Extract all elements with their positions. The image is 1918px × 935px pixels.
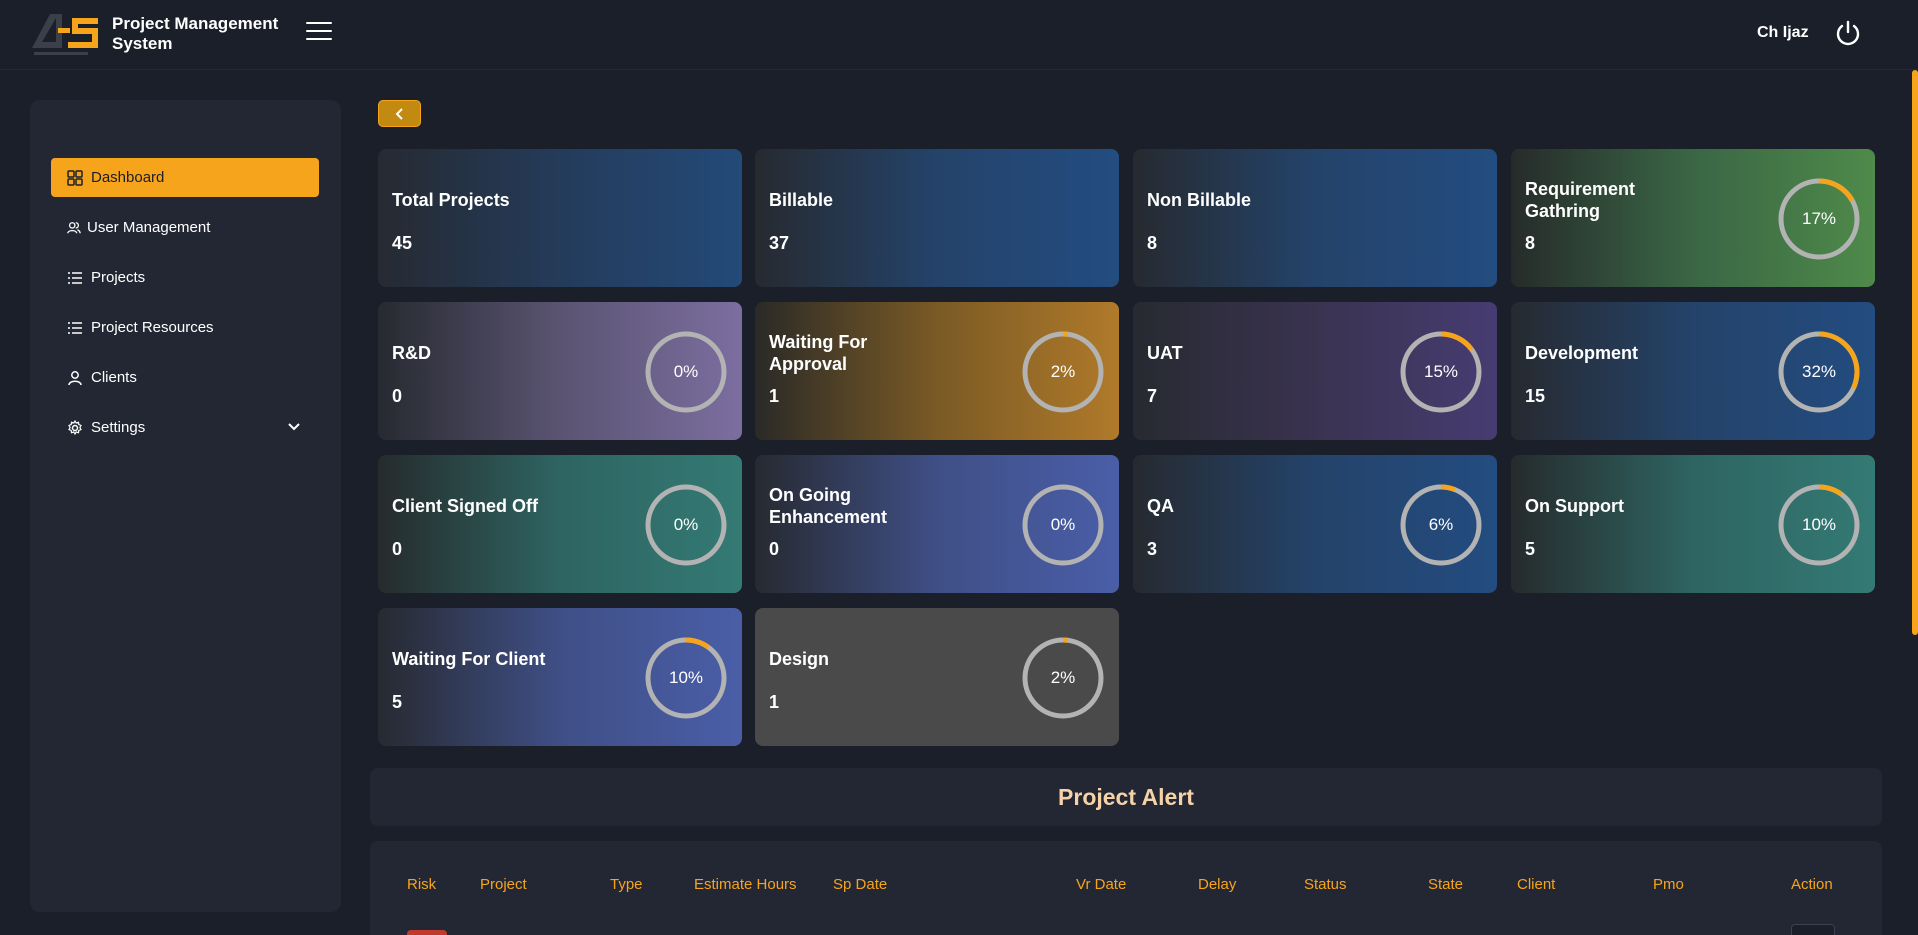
sidebar-item-label: Project Resources xyxy=(91,319,214,336)
menu-toggle-icon[interactable] xyxy=(306,22,332,44)
scrollbar-thumb[interactable] xyxy=(1912,70,1918,635)
card-value: 1 xyxy=(769,692,780,712)
column-header-client[interactable]: Client xyxy=(1517,876,1555,893)
list-icon xyxy=(68,271,82,284)
sidebar-item-projects[interactable]: Projects xyxy=(51,258,319,297)
progress-percent: 2% xyxy=(1050,668,1076,687)
card-value: 37 xyxy=(769,233,790,253)
action-button[interactable] xyxy=(1791,924,1835,935)
card-value: 0 xyxy=(769,539,780,559)
stat-card-billable[interactable]: Billable 37 xyxy=(755,149,1119,287)
card-value: 8 xyxy=(1525,233,1536,253)
back-button[interactable] xyxy=(378,100,421,127)
progress-percent: 17% xyxy=(1801,209,1837,228)
stat-card-qa[interactable]: QA 3 6% xyxy=(1133,455,1497,593)
sidebar-item-label: Clients xyxy=(91,369,137,386)
sidebar-item-user-management[interactable]: User Management xyxy=(51,208,319,247)
app-title: Project Management System xyxy=(112,14,279,53)
column-header-status[interactable]: Status xyxy=(1304,876,1347,893)
card-title: On Support xyxy=(1525,496,1624,516)
stat-card-non-billable[interactable]: Non Billable 8 xyxy=(1133,149,1497,287)
card-title: Billable xyxy=(769,190,834,210)
stat-card-waiting-for-client[interactable]: Waiting For Client 5 10% xyxy=(378,608,742,746)
card-title: Design xyxy=(769,649,830,669)
sidebar: Dashboard User Management Projects Proje… xyxy=(30,100,341,912)
risk-badge xyxy=(407,930,447,935)
column-header-estimate-hours[interactable]: Estimate Hours xyxy=(694,876,797,893)
chevron-left-icon xyxy=(395,107,403,120)
card-value: 5 xyxy=(392,692,403,712)
progress-percent: 10% xyxy=(668,668,704,687)
sidebar-item-settings[interactable]: Settings xyxy=(51,408,319,447)
user-icon xyxy=(68,370,82,385)
stat-card-waiting-for-approval[interactable]: Waiting For Approval 1 2% xyxy=(755,302,1119,440)
card-value: 1 xyxy=(769,386,780,406)
progress-percent: 15% xyxy=(1423,362,1459,381)
card-value: 5 xyxy=(1525,539,1536,559)
users-icon xyxy=(67,221,81,233)
card-value: 0 xyxy=(392,386,403,406)
stat-card-requirement-gathring[interactable]: Requirement Gathring 8 17% xyxy=(1511,149,1875,287)
sidebar-item-project-resources[interactable]: Project Resources xyxy=(51,308,319,347)
card-title: Total Projects xyxy=(392,190,510,210)
sidebar-item-label: User Management xyxy=(87,219,211,236)
card-title: Waiting For Client xyxy=(392,649,546,669)
stat-card-on-support[interactable]: On Support 5 10% xyxy=(1511,455,1875,593)
card-value: 3 xyxy=(1147,539,1158,559)
column-header-risk[interactable]: Risk xyxy=(407,876,436,893)
card-value: 0 xyxy=(392,539,403,559)
list-icon xyxy=(68,321,82,334)
chevron-down-icon[interactable] xyxy=(287,420,301,434)
card-title: UAT xyxy=(1147,343,1183,363)
card-value: 45 xyxy=(392,233,413,253)
sidebar-item-dashboard[interactable]: Dashboard xyxy=(51,158,319,197)
stat-card-client-signed-off[interactable]: Client Signed Off 0 0% xyxy=(378,455,742,593)
card-value: 15 xyxy=(1525,386,1546,406)
sidebar-item-label: Dashboard xyxy=(91,169,165,186)
sidebar-item-label: Settings xyxy=(91,419,146,436)
stat-card-design[interactable]: Design 1 2% xyxy=(755,608,1119,746)
card-title: QA xyxy=(1147,496,1174,516)
card-title: Non Billable xyxy=(1147,190,1252,210)
column-header-sp-date[interactable]: Sp Date xyxy=(833,876,887,893)
column-header-pmo[interactable]: Pmo xyxy=(1653,876,1684,893)
column-header-delay[interactable]: Delay xyxy=(1198,876,1236,893)
progress-percent: 6% xyxy=(1428,515,1454,534)
power-icon[interactable] xyxy=(1834,19,1862,47)
card-title: Client Signed Off xyxy=(392,496,538,516)
card-title: On Going Enhancement xyxy=(769,485,888,527)
user-name[interactable]: Ch Ijaz xyxy=(1757,24,1809,42)
project-alert-title: Project Alert xyxy=(370,768,1882,826)
card-title: Requirement Gathring xyxy=(1525,179,1636,221)
sidebar-item-label: Projects xyxy=(91,269,146,286)
gear-icon xyxy=(68,419,82,435)
column-header-type[interactable]: Type xyxy=(610,876,643,893)
sidebar-item-clients[interactable]: Clients xyxy=(51,358,319,397)
progress-percent: 2% xyxy=(1050,362,1076,381)
company-logo xyxy=(32,14,98,55)
top-header: Project Management System Ch Ijaz xyxy=(0,0,1918,70)
progress-percent: 10% xyxy=(1801,515,1837,534)
stat-card-total-projects[interactable]: Total Projects 45 xyxy=(378,149,742,287)
card-title: Waiting For Approval xyxy=(769,332,868,374)
progress-percent: 0% xyxy=(673,362,699,381)
progress-percent: 32% xyxy=(1801,362,1837,381)
stat-card-r-and-d[interactable]: R&D 0 0% xyxy=(378,302,742,440)
card-value: 7 xyxy=(1147,386,1158,406)
card-title: Development xyxy=(1525,343,1639,363)
stat-card-on-going-enhancement[interactable]: On Going Enhancement 0 0% xyxy=(755,455,1119,593)
column-header-vr-date[interactable]: Vr Date xyxy=(1076,876,1126,893)
column-header-state[interactable]: State xyxy=(1428,876,1463,893)
column-header-action[interactable]: Action xyxy=(1791,876,1833,893)
card-value: 8 xyxy=(1147,233,1158,253)
progress-percent: 0% xyxy=(1050,515,1076,534)
card-title: R&D xyxy=(392,343,431,363)
column-header-project[interactable]: Project xyxy=(480,876,527,893)
stat-card-development[interactable]: Development 15 32% xyxy=(1511,302,1875,440)
grid-icon xyxy=(67,169,83,186)
stat-card-uat[interactable]: UAT 7 15% xyxy=(1133,302,1497,440)
progress-percent: 0% xyxy=(673,515,699,534)
